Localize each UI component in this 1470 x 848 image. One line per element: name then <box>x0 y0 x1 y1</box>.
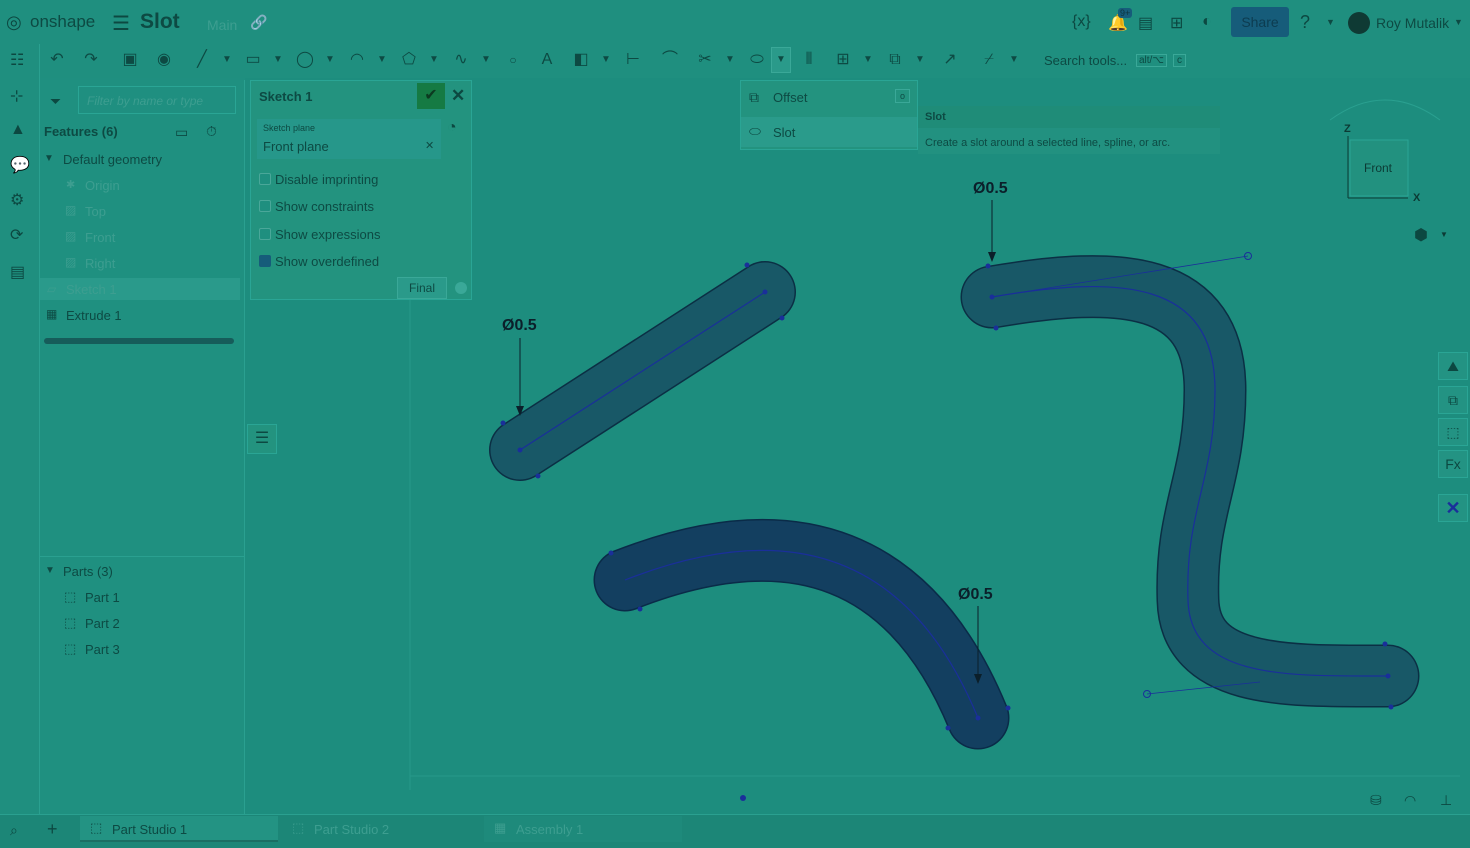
axis-x-label: X <box>1413 192 1421 204</box>
disable-imprinting-checkbox[interactable] <box>259 173 271 185</box>
sketch-plane-label: Sketch plane <box>263 123 316 133</box>
dropdown-item-slot-row[interactable] <box>741 117 917 147</box>
tab-manager-icon[interactable]: ⌕ <box>10 822 18 839</box>
part-studio-icon: ⬚ <box>292 820 305 835</box>
show-overdefined-checkbox[interactable] <box>259 255 271 267</box>
sketch-solver-icon[interactable]: ✕ <box>1438 494 1468 522</box>
sketch-dialog: Sketch 1 ✔ ✕ Sketch plane Front plane ✕ … <box>250 80 472 300</box>
sketch-dialog-title: Sketch 1 <box>259 89 313 104</box>
help-small-icon[interactable] <box>455 282 467 294</box>
arc-slot[interactable] <box>593 519 1011 750</box>
slot-width-dimension[interactable]: Ø0.5 <box>973 180 1008 198</box>
show-expressions-checkbox[interactable] <box>259 228 271 240</box>
final-button[interactable]: Final <box>397 277 447 299</box>
clear-plane-icon[interactable]: ✕ <box>425 139 434 152</box>
tooltip-description: Create a slot around a selected line, sp… <box>925 137 1171 149</box>
dropdown-item-offset[interactable]: Offset <box>773 90 807 105</box>
add-tab-icon[interactable]: + <box>47 819 58 840</box>
straight-slot[interactable] <box>489 261 796 481</box>
view-orientation-icon[interactable]: ⬢ <box>1414 225 1428 245</box>
show-constraints-checkbox[interactable] <box>259 200 271 212</box>
units-icon[interactable]: ⛁ <box>1370 792 1382 809</box>
display-settings-icon[interactable]: ◠ <box>1404 792 1416 809</box>
view-cube[interactable] <box>1329 99 1441 199</box>
slot-width-dimension[interactable]: Ø0.5 <box>958 586 993 604</box>
sketch-canvas[interactable] <box>0 0 1470 848</box>
section-view-icon[interactable]: ⧉ <box>1438 386 1468 414</box>
tab-assembly-1[interactable]: ▦ Assembly 1 <box>484 816 682 842</box>
origin-point <box>740 795 746 801</box>
tab-assembly-1-label[interactable]: Assembly 1 <box>516 822 583 837</box>
show-overdefined-label: Show overdefined <box>275 254 380 269</box>
axis-z-label: Z <box>1344 123 1351 135</box>
dimension-leader <box>516 338 524 416</box>
tab-part-studio-2[interactable]: ⬚ Part Studio 2 <box>282 816 480 842</box>
part-studio-icon: ⬚ <box>90 820 103 835</box>
tab-part-studio-1[interactable]: ⬚ Part Studio 1 <box>80 816 278 842</box>
show-constraints-label: Show constraints <box>275 199 374 214</box>
slot-icon: ⬭ <box>749 123 761 139</box>
sketch-plane-field[interactable]: Sketch plane Front plane ✕ <box>257 119 441 159</box>
slot-width-dimension[interactable]: Ø0.5 <box>502 317 537 335</box>
sketch-plane-value: Front plane <box>263 139 329 154</box>
disable-imprinting-label: Disable imprinting <box>275 172 379 187</box>
tooltip-header <box>918 106 1220 128</box>
dimension-leader <box>988 200 996 262</box>
slot-tooltip: Slot Create a slot around a selected lin… <box>918 106 1220 154</box>
offset-shortcut-key: o <box>895 89 911 103</box>
close-icon[interactable]: ✕ <box>451 86 465 106</box>
assembly-icon: ▦ <box>494 820 507 835</box>
tab-part-studio-2-label[interactable]: Part Studio 2 <box>314 822 389 837</box>
show-expressions-label: Show expressions <box>275 227 381 242</box>
named-views-icon[interactable]: ⬚ <box>1438 418 1468 446</box>
view-cube-front-face[interactable]: Front <box>1364 161 1392 175</box>
bom-table-icon[interactable]: ⊥ <box>1440 792 1452 809</box>
dropdown-item-slot[interactable]: Slot <box>773 125 795 140</box>
tab-part-studio-1-label[interactable]: Part Studio 1 <box>112 822 187 837</box>
render-mode-icon[interactable]: ⛰ <box>1438 352 1468 380</box>
offset-dropdown-menu: ⧉ Offset o ⬭ Slot <box>740 80 918 150</box>
offset-icon: ⧉ <box>749 89 759 105</box>
tooltip-title: Slot <box>925 111 946 123</box>
accept-check-icon[interactable]: ✔ <box>417 83 445 109</box>
spline-slot[interactable] <box>960 252 1420 710</box>
view-normal-icon[interactable]: ◔ <box>447 119 457 137</box>
measure-icon[interactable]: Fx <box>1438 450 1468 478</box>
sketch-list-icon[interactable]: ☰ <box>247 424 277 454</box>
view-orientation-caret-icon[interactable]: ▼ <box>1440 230 1448 239</box>
